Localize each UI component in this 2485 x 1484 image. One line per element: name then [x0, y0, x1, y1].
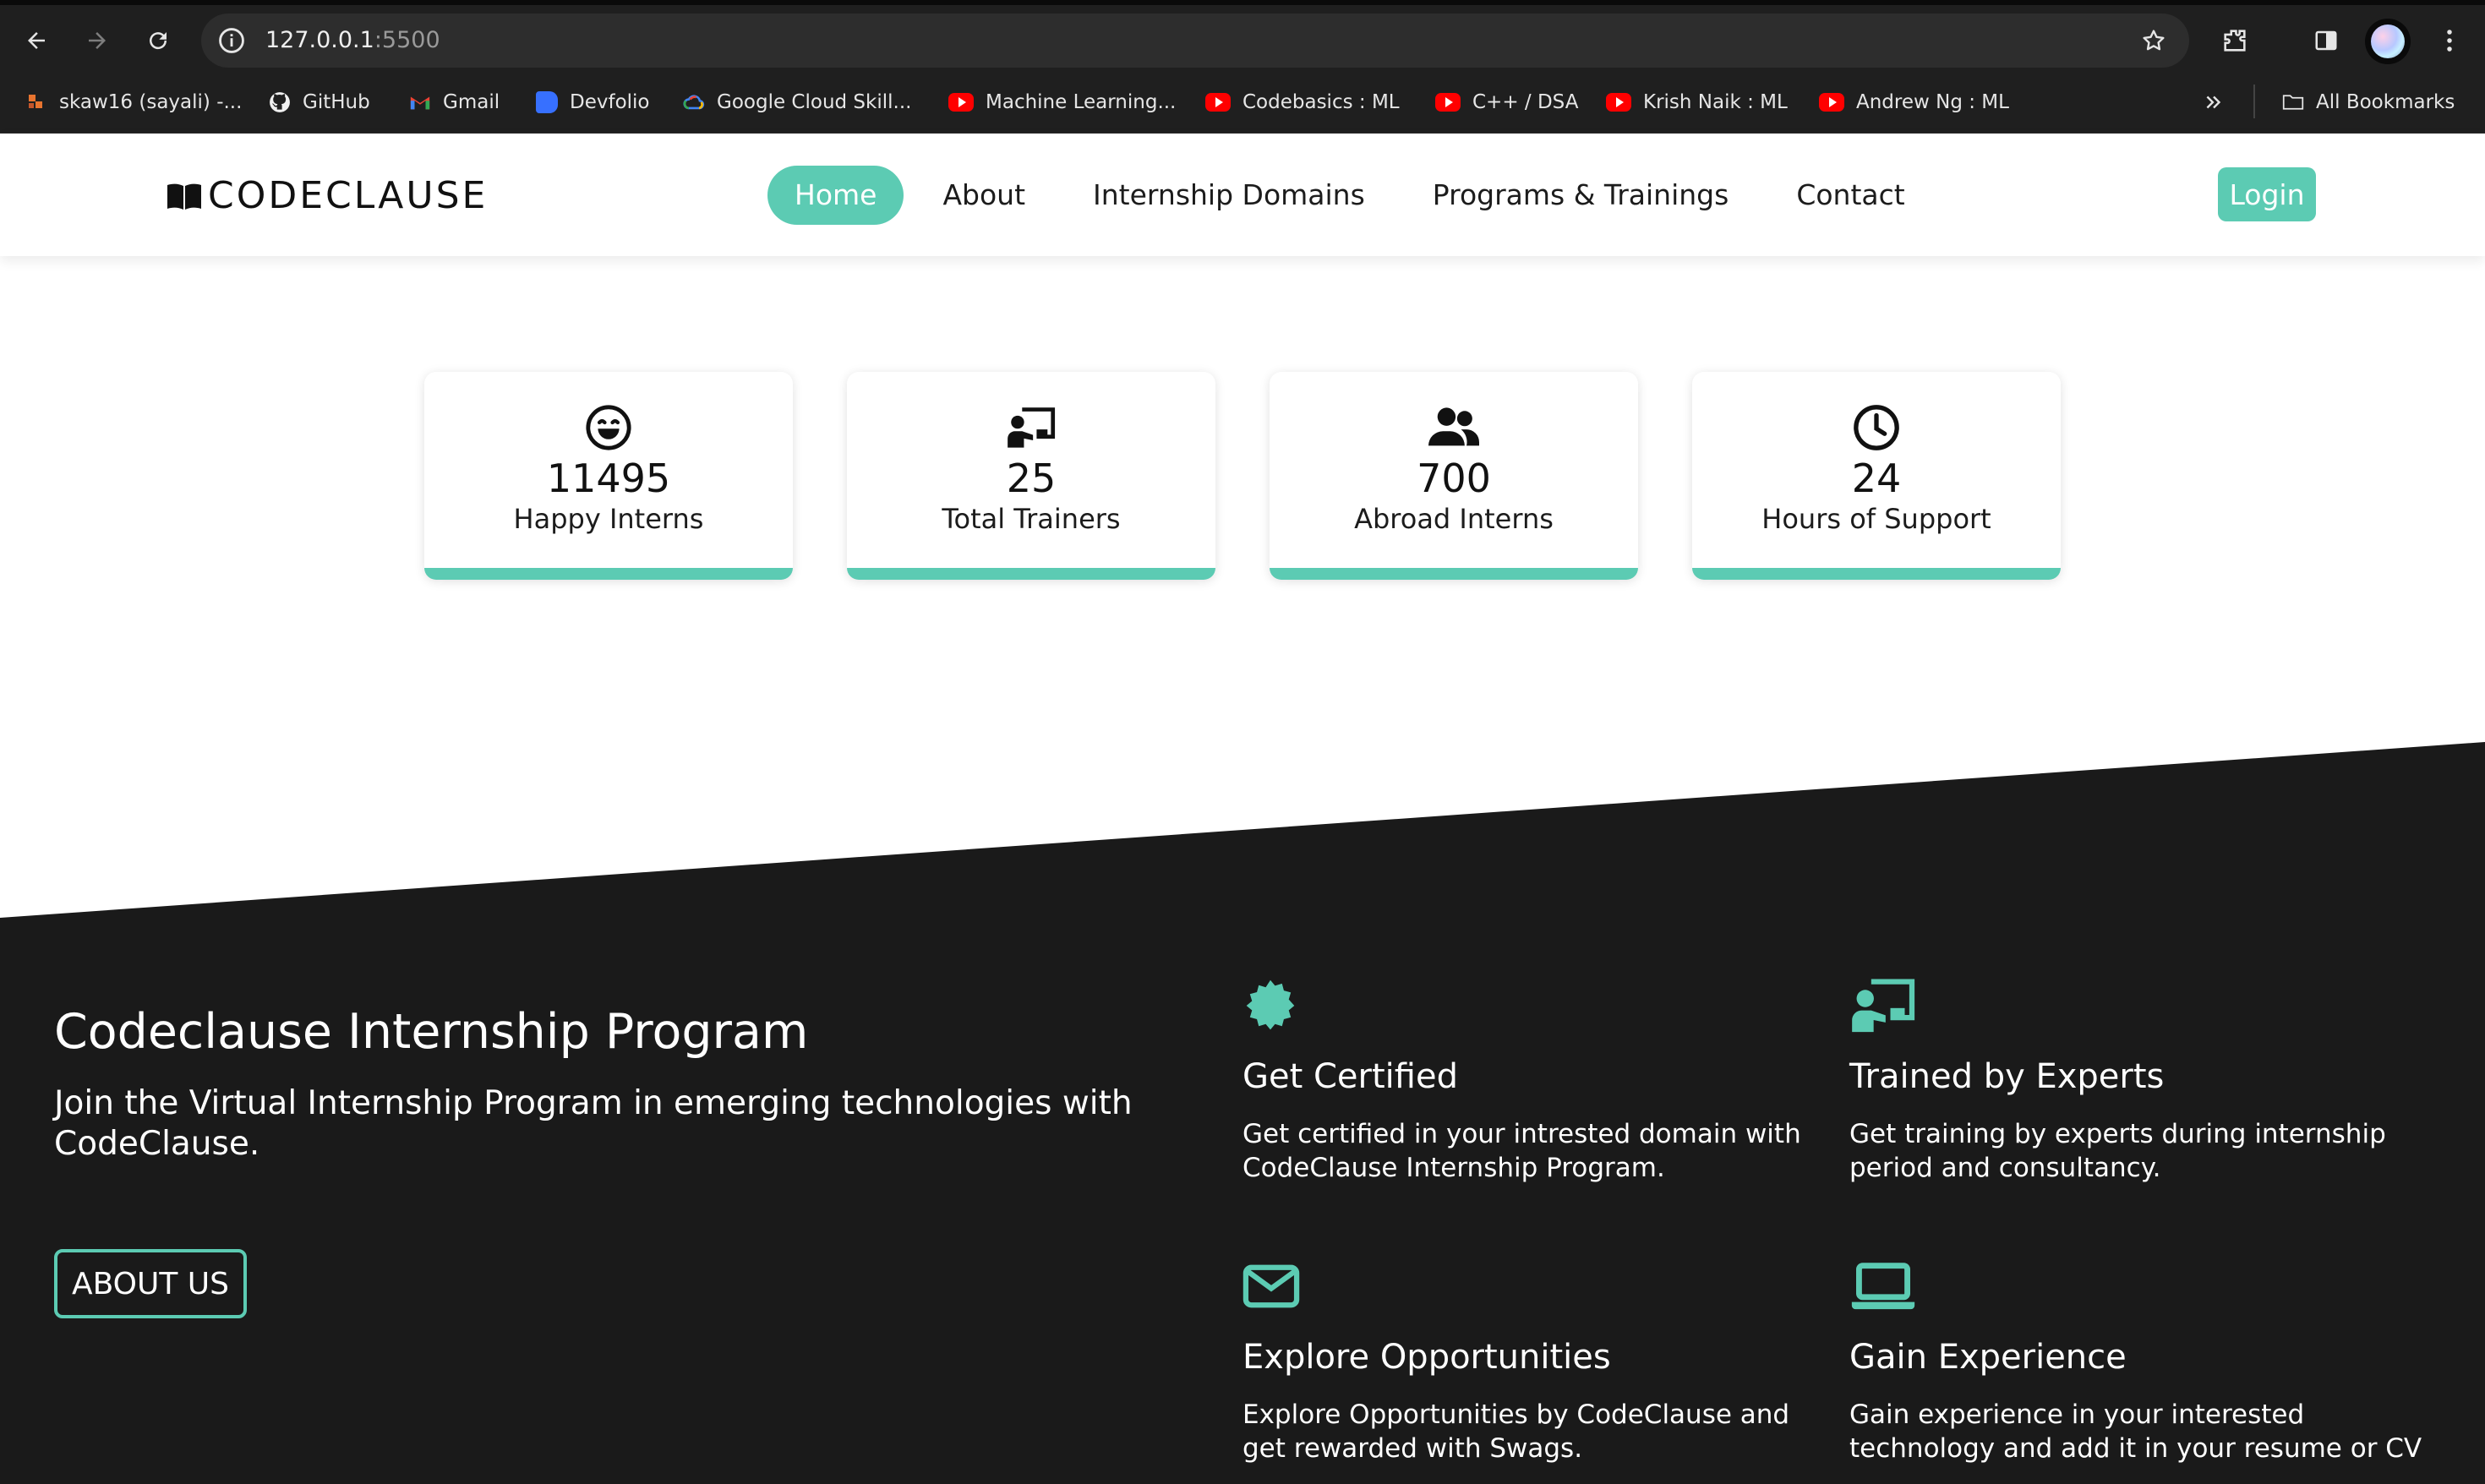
feature-title: Gain Experience — [1849, 1338, 2127, 1377]
google-cloud-icon — [683, 91, 705, 113]
logo[interactable]: CODECLAUSE — [166, 174, 488, 217]
main-nav: Home About Internship Domains Programs &… — [767, 166, 1932, 225]
bookmark-item[interactable]: Machine Learning... — [948, 88, 1176, 117]
bookmark-item[interactable]: C++ / DSA — [1435, 88, 1578, 117]
stat-label: Happy Interns — [513, 503, 704, 535]
bookmark-item[interactable]: Krish Naik : ML — [1606, 88, 1788, 117]
feature-text: Get training by experts during internshi… — [1849, 1119, 2386, 1183]
program-title: Codeclause Internship Program — [54, 1004, 809, 1060]
nav-contact[interactable]: Contact — [1769, 166, 1931, 225]
side-panel-icon[interactable] — [2308, 22, 2345, 59]
stat-number: 24 — [1851, 456, 1902, 501]
back-arrow-icon[interactable] — [15, 22, 57, 59]
bookmark-item[interactable]: skaw16 (sayali) -... — [25, 88, 242, 117]
more-bookmarks-icon[interactable] — [2203, 88, 2225, 117]
nav-internship-domains[interactable]: Internship Domains — [1066, 166, 1392, 225]
stat-card: 25 Total Trainers — [847, 372, 1215, 580]
feature-item: Explore Opportunities Explore Opportunit… — [1242, 1256, 1834, 1465]
stat-label: Abroad Interns — [1354, 503, 1554, 535]
reload-icon[interactable] — [137, 22, 179, 59]
bookmark-item[interactable]: Codebasics : ML — [1205, 88, 1400, 117]
trainer-board-icon — [1849, 975, 1917, 1036]
bookmark-star-icon[interactable] — [2138, 25, 2169, 56]
url-text[interactable]: 127.0.0.1:5500 — [265, 25, 440, 56]
program-description: Join the Virtual Internship Program in e… — [54, 1084, 1133, 1163]
forward-arrow-icon[interactable] — [76, 22, 118, 59]
feature-item: Gain Experience Gain experience in your … — [1849, 1256, 2441, 1465]
trainer-board-icon — [1006, 402, 1057, 453]
clock-icon — [1851, 402, 1902, 453]
browser-toolbar: 127.0.0.1:5500 — [0, 0, 2485, 71]
book-icon — [167, 183, 201, 210]
bookmark-item[interactable]: Andrew Ng : ML — [1819, 88, 2009, 117]
folder-icon — [2282, 91, 2304, 113]
bookmark-item[interactable]: GitHub — [269, 88, 370, 117]
bookmark-item[interactable]: Devfolio — [536, 88, 650, 117]
stat-label: Hours of Support — [1761, 503, 1991, 535]
nav-home[interactable]: Home — [767, 166, 904, 225]
program-section: Codeclause Internship Program Join the V… — [0, 742, 2485, 1484]
site-info-icon[interactable] — [216, 25, 247, 56]
certificate-badge-icon — [1242, 975, 1310, 1036]
stat-number: 11495 — [546, 456, 671, 501]
feature-title: Trained by Experts — [1849, 1057, 2165, 1096]
laughing-face-icon — [583, 402, 634, 453]
feature-item: Trained by Experts Get training by exper… — [1849, 975, 2441, 1185]
gmail-icon — [409, 91, 431, 113]
bookmark-site-icon — [25, 91, 47, 113]
stat-label: Total Trainers — [942, 503, 1121, 535]
feature-text: Get certified in your intrested domain w… — [1242, 1119, 1801, 1183]
youtube-icon — [948, 93, 974, 112]
youtube-icon — [1435, 93, 1461, 112]
extensions-puzzle-icon[interactable] — [2216, 22, 2253, 59]
github-icon — [269, 91, 291, 113]
logo-text: CODECLAUSE — [208, 174, 489, 217]
stat-card: 24 Hours of Support — [1692, 372, 2061, 580]
menu-kebab-icon[interactable] — [2431, 22, 2468, 59]
nav-about[interactable]: About — [915, 166, 1052, 225]
browser-chrome: 127.0.0.1:5500 skaw16 (sayali) -... GitH… — [0, 0, 2485, 134]
users-icon — [1428, 402, 1479, 453]
bookmarks-divider — [2253, 85, 2255, 118]
youtube-icon — [1205, 93, 1231, 112]
youtube-icon — [1606, 93, 1631, 112]
feature-title: Explore Opportunities — [1242, 1338, 1611, 1377]
address-bar[interactable]: 127.0.0.1:5500 — [201, 14, 2189, 68]
about-us-button[interactable]: ABOUT US — [54, 1249, 247, 1318]
stat-number: 25 — [1006, 456, 1057, 501]
nav-programs-trainings[interactable]: Programs & Trainings — [1406, 166, 1756, 225]
site-header: CODECLAUSE Home About Internship Domains… — [0, 134, 2485, 256]
youtube-icon — [1819, 93, 1844, 112]
laptop-icon — [1849, 1256, 1917, 1317]
login-button[interactable]: Login — [2218, 167, 2316, 221]
devfolio-icon — [536, 91, 558, 113]
feature-item: Get Certified Get certified in your intr… — [1242, 975, 1834, 1185]
bookmark-item[interactable]: Gmail — [409, 88, 500, 117]
bookmark-item[interactable]: Google Cloud Skill... — [683, 88, 911, 117]
stat-number: 700 — [1417, 456, 1491, 501]
stat-card: 700 Abroad Interns — [1270, 372, 1638, 580]
stat-card: 11495 Happy Interns — [424, 372, 793, 580]
profile-avatar[interactable] — [2365, 19, 2411, 64]
stats-section: 11495 Happy Interns 25 Total Trainers 70… — [424, 372, 2061, 580]
feature-text: Explore Opportunities by CodeClause and … — [1242, 1399, 1790, 1464]
envelope-icon — [1242, 1256, 1310, 1317]
all-bookmarks-button[interactable]: All Bookmarks — [2282, 88, 2455, 117]
feature-title: Get Certified — [1242, 1057, 1458, 1096]
feature-text: Gain experience in your interested techn… — [1849, 1399, 2422, 1464]
bookmarks-bar: skaw16 (sayali) -... GitHub Gmail Devfol… — [0, 71, 2485, 134]
